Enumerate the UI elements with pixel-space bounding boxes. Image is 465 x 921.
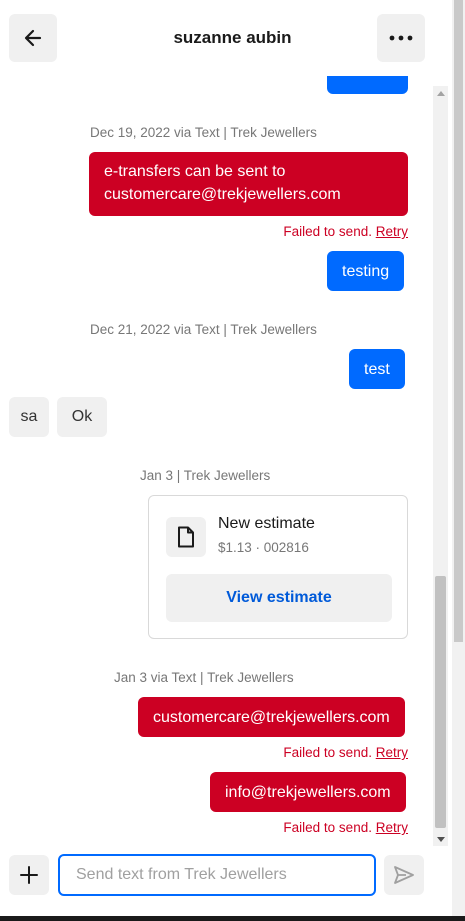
estimate-title: New estimate	[218, 515, 315, 532]
outgoing-message-partial	[327, 76, 408, 94]
outgoing-message-failed: info@trekjewellers.com	[210, 772, 406, 812]
avatar: sa	[9, 397, 49, 437]
outgoing-message: testing	[327, 251, 405, 291]
outgoing-message-failed: customercare@trekjewellers.com	[138, 697, 405, 737]
send-failed-notice: Failed to send. Retry	[283, 820, 408, 835]
retry-link[interactable]: Retry	[376, 745, 408, 760]
scrollbar-thumb[interactable]	[435, 576, 446, 828]
timestamp: Dec 21, 2022 via Text | Trek Jewellers	[90, 322, 317, 337]
page-scrollbar-thumb[interactable]	[454, 0, 463, 642]
send-icon	[394, 866, 414, 884]
message-composer	[0, 848, 452, 921]
send-button[interactable]	[384, 855, 424, 895]
scroll-up-arrow-icon[interactable]	[433, 86, 448, 100]
failed-text: Failed to send.	[283, 745, 372, 760]
retry-link[interactable]: Retry	[376, 820, 408, 835]
plus-icon	[20, 866, 38, 884]
estimate-card: New estimate $1.13 · 002816 View estimat…	[148, 495, 408, 639]
timestamp: Jan 3 via Text | Trek Jewellers	[114, 670, 294, 685]
document-icon	[178, 526, 194, 548]
send-failed-notice: Failed to send. Retry	[283, 745, 408, 760]
ellipsis-icon	[389, 35, 413, 41]
failed-text: Failed to send.	[283, 820, 372, 835]
send-failed-notice: Failed to send. Retry	[283, 224, 408, 239]
estimate-subtitle: $1.13 · 002816	[218, 540, 309, 555]
message-scrollbar[interactable]	[433, 86, 448, 846]
add-attachment-button[interactable]	[9, 855, 49, 895]
outgoing-message-failed: e-transfers can be sent to customercare@…	[89, 152, 408, 216]
incoming-message: Ok	[57, 397, 107, 437]
message-list[interactable]: Dec 19, 2022 via Text | Trek Jewellers e…	[0, 76, 433, 848]
message-text-line: customercare@trekjewellers.com	[104, 186, 341, 203]
more-options-button[interactable]	[377, 14, 425, 62]
view-estimate-button[interactable]: View estimate	[166, 574, 392, 622]
failed-text: Failed to send.	[283, 224, 372, 239]
timestamp: Dec 19, 2022 via Text | Trek Jewellers	[90, 125, 317, 140]
message-input[interactable]	[58, 854, 376, 896]
document-icon-box	[166, 517, 206, 557]
retry-link[interactable]: Retry	[376, 224, 408, 239]
conversation-header: suzanne aubin	[0, 0, 465, 76]
message-text-line: e-transfers can be sent to	[104, 163, 286, 180]
window-bottom-border	[0, 916, 465, 921]
outgoing-message: test	[349, 349, 405, 389]
scroll-down-arrow-icon[interactable]	[433, 832, 448, 846]
page-scrollbar[interactable]	[452, 0, 465, 921]
timestamp: Jan 3 | Trek Jewellers	[140, 468, 271, 483]
